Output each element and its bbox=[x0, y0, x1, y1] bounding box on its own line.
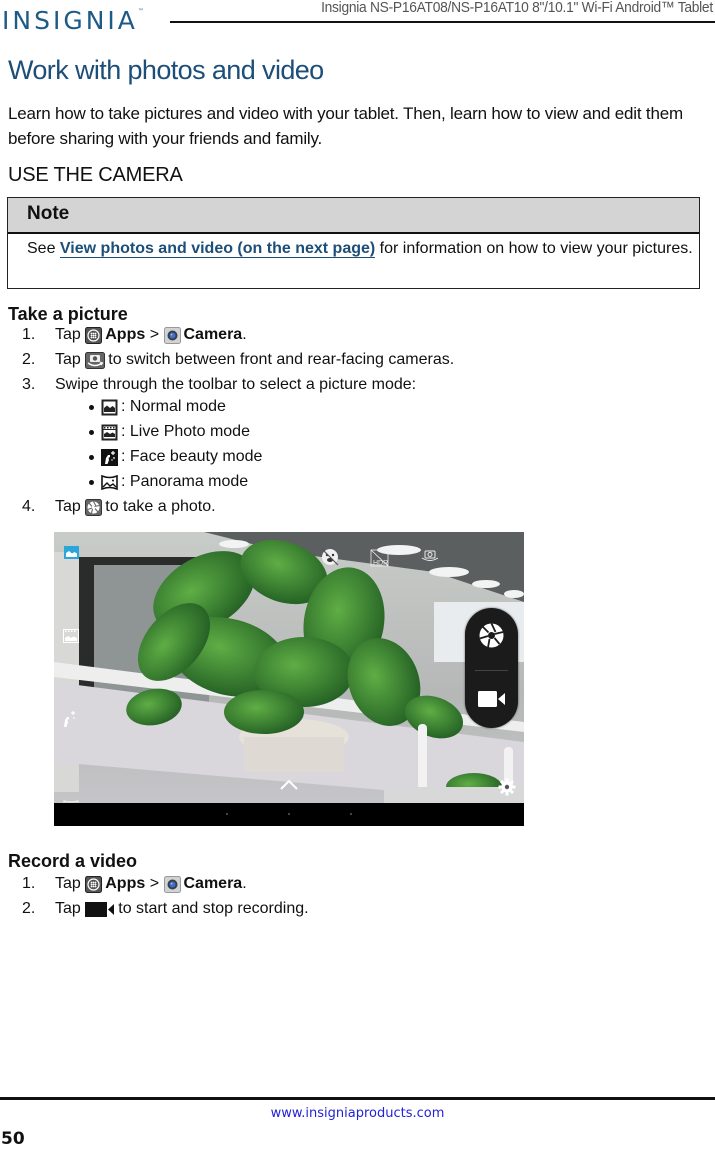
camera-app-icon bbox=[163, 875, 181, 893]
bullet-dot bbox=[89, 404, 94, 410]
face-beauty-mode-icon bbox=[101, 448, 118, 466]
step-text: Tap bbox=[55, 900, 81, 917]
step-text: Tap bbox=[55, 498, 81, 515]
header-rule bbox=[170, 21, 715, 23]
android-nav-bar bbox=[54, 803, 524, 826]
face-detect-off-icon[interactable] bbox=[320, 547, 340, 567]
step-text: to start and stop recording. bbox=[118, 900, 309, 917]
step-text: Tap bbox=[55, 351, 81, 368]
camera-screenshot: HDR bbox=[54, 532, 524, 826]
note-box: Note See View photos and video (on the n… bbox=[7, 197, 700, 289]
period: . bbox=[242, 326, 247, 343]
camera-label: Camera bbox=[183, 875, 243, 892]
mode-face-beauty: : Face beauty mode bbox=[89, 448, 262, 466]
separator: > bbox=[149, 326, 160, 343]
take-picture-heading: Take a picture bbox=[8, 304, 128, 324]
normal-mode-button[interactable] bbox=[64, 546, 79, 559]
footer-url-text[interactable]: www.insigniaproducts.com bbox=[271, 1106, 445, 1121]
bullet-dot bbox=[89, 454, 94, 460]
period: . bbox=[242, 875, 247, 892]
apps-label: Apps bbox=[105, 326, 146, 343]
mode-panorama: : Panorama mode bbox=[89, 473, 248, 491]
footer-url[interactable]: www.insigniaproducts.com bbox=[0, 1106, 715, 1121]
step-3: 3. Swipe through the toolbar to select a… bbox=[22, 376, 416, 394]
bullet-dot bbox=[89, 429, 94, 435]
step-text: Tap bbox=[55, 875, 81, 892]
capture-controls bbox=[465, 608, 518, 728]
camera-app-icon bbox=[163, 326, 181, 344]
note-suffix: for information on how to view your pict… bbox=[375, 240, 693, 257]
mode-label: : Live Photo mode bbox=[121, 423, 250, 440]
mode-label: : Face beauty mode bbox=[121, 448, 263, 465]
expand-chevron-up-icon[interactable] bbox=[279, 778, 299, 790]
shutter-button[interactable] bbox=[478, 622, 505, 649]
note-body: See View photos and video (on the next p… bbox=[8, 234, 699, 260]
apps-icon bbox=[85, 875, 103, 893]
trademark: ™ bbox=[137, 8, 144, 15]
video-camera-icon bbox=[85, 901, 115, 917]
bullet-dot bbox=[89, 479, 94, 485]
step-number: 2. bbox=[22, 351, 36, 368]
step-2: 2. Tap to switch between front and rear-… bbox=[22, 351, 454, 369]
step-4: 4. Tap to take a photo. bbox=[22, 498, 216, 516]
brand-text: INSIGNIA bbox=[2, 6, 138, 35]
settings-gear-icon[interactable] bbox=[498, 778, 516, 796]
mode-label: : Normal mode bbox=[121, 398, 226, 415]
face-beauty-mode-button[interactable] bbox=[62, 710, 79, 728]
section-heading: USE THE CAMERA bbox=[8, 164, 183, 186]
footer-rule bbox=[0, 1097, 715, 1100]
switch-camera-button[interactable] bbox=[420, 549, 440, 563]
step-number: 2. bbox=[22, 900, 36, 917]
step-number: 1. bbox=[22, 326, 36, 343]
live-photo-mode-icon bbox=[101, 424, 118, 441]
panorama-mode-button[interactable] bbox=[63, 795, 79, 809]
note-prefix: See bbox=[27, 240, 60, 257]
view-photos-link[interactable]: View photos and video (on the next page) bbox=[59, 240, 376, 258]
page-number: 50 bbox=[1, 1129, 25, 1149]
hdr-text: HDR bbox=[373, 560, 388, 567]
video-step-2: 2. Tap to start and stop recording. bbox=[22, 900, 309, 918]
mode-live-photo: : Live Photo mode bbox=[89, 423, 250, 441]
document-title: Insignia NS-P16AT08/NS-P16AT10 8"/10.1" … bbox=[321, 0, 713, 16]
mode-label: : Panorama mode bbox=[121, 473, 249, 490]
shutter-icon bbox=[85, 498, 103, 516]
step-text: Tap bbox=[55, 326, 81, 343]
step-1: 1. Tap Apps > Camera. bbox=[22, 326, 247, 344]
step-number: 3. bbox=[22, 376, 36, 393]
nav-back-button[interactable] bbox=[226, 813, 228, 815]
separator: > bbox=[149, 875, 160, 892]
step-text: to switch between front and rear-facing … bbox=[108, 351, 455, 368]
step-text: to take a photo. bbox=[105, 498, 216, 515]
video-record-button[interactable] bbox=[478, 690, 506, 708]
step-text: Swipe through the toolbar to select a pi… bbox=[55, 376, 417, 393]
normal-mode-icon bbox=[101, 399, 118, 416]
switch-camera-icon bbox=[85, 351, 106, 369]
apps-icon bbox=[85, 326, 103, 344]
camera-label: Camera bbox=[183, 326, 243, 343]
page-title: Work with photos and video bbox=[8, 55, 324, 85]
nav-recents-button[interactable] bbox=[350, 813, 352, 815]
hdr-toggle-icon[interactable]: HDR bbox=[370, 549, 390, 567]
panorama-mode-icon bbox=[101, 474, 118, 491]
step-number: 4. bbox=[22, 498, 36, 515]
intro-paragraph: Learn how to take pictures and video wit… bbox=[8, 104, 683, 148]
step-number: 1. bbox=[22, 875, 36, 892]
insignia-logo: INSIGNIA™ bbox=[2, 6, 144, 35]
apps-label: Apps bbox=[105, 875, 146, 892]
record-video-heading: Record a video bbox=[8, 851, 138, 871]
video-step-1: 1. Tap Apps > Camera. bbox=[22, 875, 247, 893]
live-photo-mode-button[interactable] bbox=[63, 629, 79, 643]
mode-normal: : Normal mode bbox=[89, 398, 226, 416]
nav-home-button[interactable] bbox=[288, 813, 290, 815]
controls-divider bbox=[475, 670, 508, 671]
note-heading: Note bbox=[8, 198, 699, 234]
